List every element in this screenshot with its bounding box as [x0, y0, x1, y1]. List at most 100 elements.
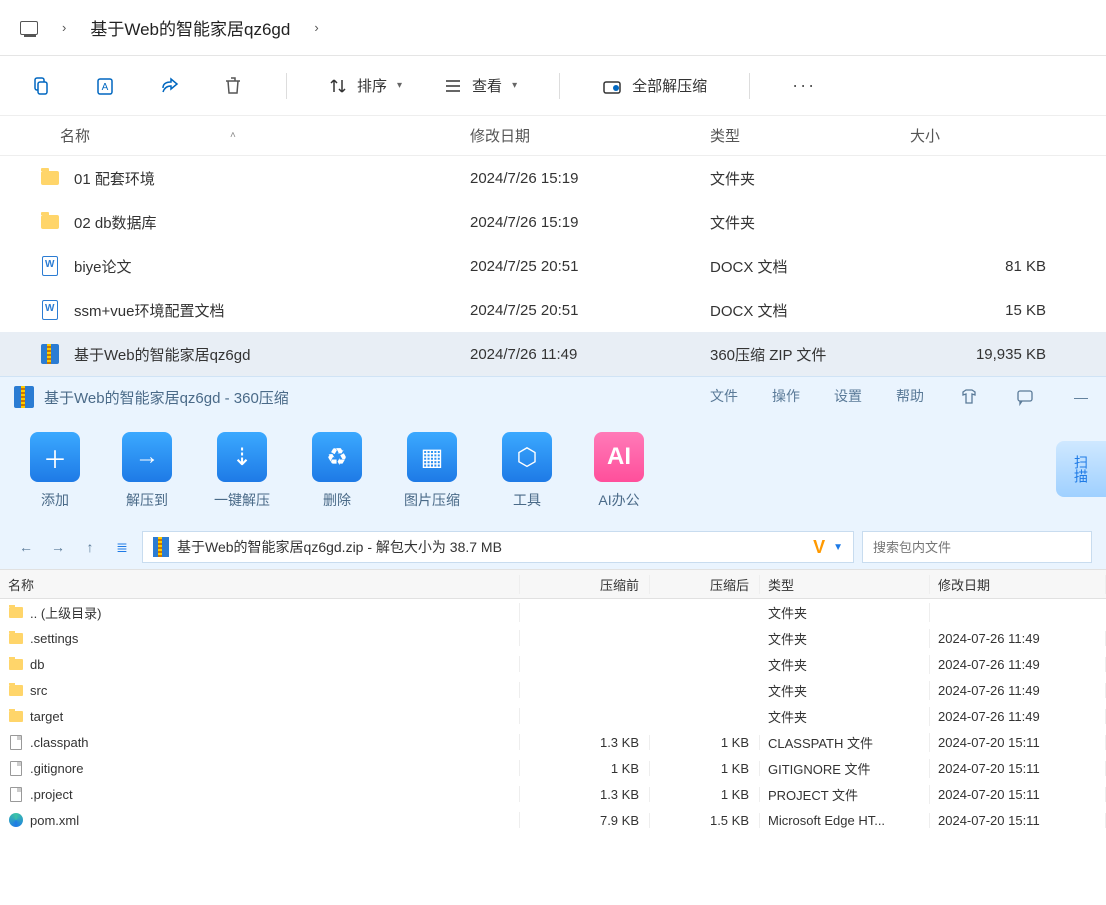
zf-post: 1 KB	[650, 735, 760, 750]
file-name: 01 配套环境	[74, 168, 155, 189]
zf-date: 2024-07-20 15:11	[930, 813, 1106, 828]
zf-pre: 1 KB	[520, 761, 650, 776]
tool-image-compress[interactable]: ▦图片压缩	[404, 432, 460, 510]
zcol-post[interactable]: 压缩后	[650, 575, 760, 594]
col-date[interactable]: 修改日期	[470, 125, 710, 146]
zf-name: .gitignore	[30, 761, 83, 776]
extract-all-button[interactable]: 全部解压缩	[602, 75, 707, 96]
zip-file-row[interactable]: .classpath1.3 KB1 KBCLASSPATH 文件2024-07-…	[0, 729, 1106, 755]
menu-set[interactable]: 设置	[834, 386, 862, 408]
doc-icon	[42, 256, 58, 276]
tool-one-click[interactable]: ⇣一键解压	[214, 432, 270, 510]
delete-icon[interactable]	[222, 75, 244, 97]
col-name[interactable]: 名称	[60, 125, 90, 146]
file-row[interactable]: 基于Web的智能家居qz6gd2024/7/26 11:49360压缩 ZIP …	[0, 332, 1106, 376]
sort-button[interactable]: 排序▾	[329, 75, 402, 96]
zf-post: 1 KB	[650, 761, 760, 776]
zip-path[interactable]: 基于Web的智能家居qz6gd.zip - 解包大小为 38.7 MB V ▼	[142, 531, 854, 563]
view-button[interactable]: 查看▾	[444, 75, 517, 96]
tool-toolbox[interactable]: ⬡工具	[502, 432, 552, 510]
menu-help[interactable]: 帮助	[896, 386, 924, 408]
zcol-pre[interactable]: 压缩前	[520, 575, 650, 594]
zip-icon	[153, 537, 169, 557]
zf-name: .. (上级目录)	[30, 603, 102, 622]
share-icon[interactable]	[158, 75, 180, 97]
file-icon	[10, 787, 22, 802]
sort-asc-icon: ˄	[230, 130, 236, 141]
zf-type: 文件夹	[760, 655, 930, 674]
zf-type: Microsoft Edge HT...	[760, 813, 930, 828]
tool-ai[interactable]: AIAI办公	[594, 432, 644, 510]
file-row[interactable]: 01 配套环境2024/7/26 15:19文件夹	[0, 156, 1106, 200]
feedback-icon[interactable]	[1014, 386, 1036, 408]
nav-back-icon[interactable]: ←	[14, 535, 38, 559]
file-type: 文件夹	[710, 212, 910, 233]
zf-name: pom.xml	[30, 813, 79, 828]
zf-name: target	[30, 709, 63, 724]
svg-text:A: A	[102, 82, 109, 93]
zf-type: 文件夹	[760, 603, 930, 622]
file-name: 基于Web的智能家居qz6gd	[74, 344, 250, 365]
tool-delete[interactable]: ♻删除	[312, 432, 362, 510]
zip-file-row[interactable]: .. (上级目录) 文件夹	[0, 599, 1106, 625]
file-name: ssm+vue环境配置文档	[74, 300, 224, 321]
computer-icon[interactable]	[20, 21, 38, 35]
zip-window-title: 基于Web的智能家居qz6gd - 360压缩	[44, 387, 289, 408]
file-type: DOCX 文档	[710, 256, 910, 277]
copy-icon[interactable]	[30, 75, 52, 97]
zf-date: 2024-07-20 15:11	[930, 787, 1106, 802]
zcol-name[interactable]: 名称	[0, 575, 520, 594]
file-size: 81 KB	[910, 258, 1106, 275]
zip-file-row[interactable]: db文件夹2024-07-26 11:49	[0, 651, 1106, 677]
more-icon[interactable]: ···	[792, 75, 816, 96]
col-type[interactable]: 类型	[710, 125, 910, 146]
zip-file-row[interactable]: src文件夹2024-07-26 11:49	[0, 677, 1106, 703]
tool-extract[interactable]: →解压到	[122, 432, 172, 510]
zf-name: db	[30, 657, 44, 672]
search-input[interactable]	[873, 540, 1081, 555]
zip-titlebar: 基于Web的智能家居qz6gd - 360压缩 文件 操作 设置 帮助 —	[0, 377, 1106, 417]
zf-name: src	[30, 683, 47, 698]
file-row[interactable]: 02 db数据库2024/7/26 15:19文件夹	[0, 200, 1106, 244]
file-name: biye论文	[74, 256, 132, 277]
scan-badge[interactable]: 扫描	[1056, 441, 1106, 497]
zip-file-row[interactable]: .project1.3 KB1 KBPROJECT 文件2024-07-20 1…	[0, 781, 1106, 807]
tool-add[interactable]: ＋添加	[30, 432, 80, 510]
chevron-right-icon[interactable]: ›	[290, 20, 342, 35]
breadcrumb-folder[interactable]: 基于Web的智能家居qz6gd	[90, 15, 290, 40]
file-type: DOCX 文档	[710, 300, 910, 321]
edge-icon	[9, 813, 23, 827]
zcol-type[interactable]: 类型	[760, 575, 930, 594]
zip-icon	[14, 386, 34, 408]
zip-path-text: 基于Web的智能家居qz6gd.zip - 解包大小为 38.7 MB	[177, 537, 502, 557]
zip-file-row[interactable]: .gitignore1 KB1 KBGITIGNORE 文件2024-07-20…	[0, 755, 1106, 781]
zip-nav: ← → ↑ ≣ 基于Web的智能家居qz6gd.zip - 解包大小为 38.7…	[0, 525, 1106, 569]
file-row[interactable]: biye论文2024/7/25 20:51DOCX 文档81 KB	[0, 244, 1106, 288]
zf-pre: 1.3 KB	[520, 787, 650, 802]
nav-up-icon[interactable]: ↑	[78, 535, 102, 559]
skin-icon[interactable]	[958, 386, 980, 408]
menu-file[interactable]: 文件	[710, 386, 738, 408]
zcol-date[interactable]: 修改日期	[930, 575, 1106, 594]
file-date: 2024/7/25 20:51	[470, 302, 710, 319]
doc-icon	[42, 300, 58, 320]
nav-list-icon[interactable]: ≣	[110, 535, 134, 559]
file-row[interactable]: ssm+vue环境配置文档2024/7/25 20:51DOCX 文档15 KB	[0, 288, 1106, 332]
dropdown-icon[interactable]: ▼	[833, 542, 843, 553]
file-date: 2024/7/26 11:49	[470, 346, 710, 363]
menu-op[interactable]: 操作	[772, 386, 800, 408]
nav-fwd-icon[interactable]: →	[46, 535, 70, 559]
zf-name: .project	[30, 787, 73, 802]
zf-post: 1 KB	[650, 787, 760, 802]
zip-file-row[interactable]: pom.xml7.9 KB1.5 KBMicrosoft Edge HT...2…	[0, 807, 1106, 833]
minimize-icon[interactable]: —	[1070, 386, 1092, 408]
chevron-right-icon[interactable]: ›	[38, 20, 90, 35]
zip-file-row[interactable]: .settings文件夹2024-07-26 11:49	[0, 625, 1106, 651]
file-date: 2024/7/26 15:19	[470, 214, 710, 231]
col-size[interactable]: 大小	[910, 125, 1106, 146]
zip-file-row[interactable]: target文件夹2024-07-26 11:49	[0, 703, 1106, 729]
zf-date: 2024-07-26 11:49	[930, 631, 1106, 646]
zip-search[interactable]	[862, 531, 1092, 563]
paste-icon[interactable]: A	[94, 75, 116, 97]
zip-file-header: 名称 压缩前 压缩后 类型 修改日期	[0, 569, 1106, 599]
